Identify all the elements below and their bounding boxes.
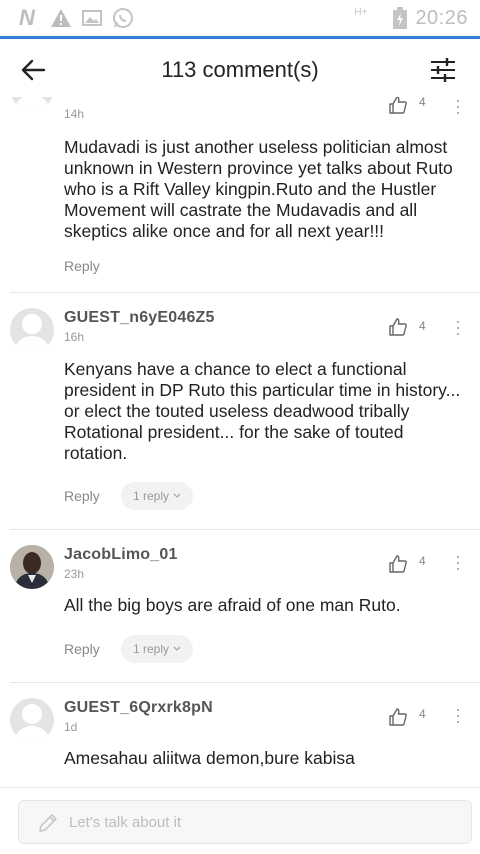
chevron-down-icon bbox=[173, 646, 181, 651]
like-count: 4 bbox=[419, 319, 426, 333]
more-options-icon[interactable] bbox=[450, 318, 466, 338]
comment-text: Mudavadi is just another useless politic… bbox=[64, 137, 453, 241]
battery-charging-icon bbox=[393, 6, 408, 30]
comment-input-placeholder: Let's talk about it bbox=[69, 814, 182, 831]
reply-button[interactable]: Reply bbox=[64, 488, 100, 504]
comment-input[interactable]: Let's talk about it bbox=[18, 800, 472, 844]
header: 113 comment(s) bbox=[0, 39, 480, 97]
comment-text: Amesahau aliitwa demon,bure kabisa bbox=[64, 748, 355, 768]
avatar[interactable] bbox=[10, 698, 54, 742]
comment-time: 14h bbox=[64, 107, 85, 121]
thumbs-up-icon[interactable] bbox=[388, 97, 408, 115]
comment-item: 14h 4 Mudavadi is just another useless p… bbox=[0, 97, 480, 291]
n-logo-icon: N bbox=[19, 5, 35, 30]
page-title: 113 comment(s) bbox=[161, 57, 319, 82]
whatsapp-icon bbox=[112, 6, 134, 30]
chevron-down-icon bbox=[173, 493, 181, 498]
network-type: H+ bbox=[354, 6, 368, 18]
status-icons-right: H+ 20:26 bbox=[354, 6, 468, 30]
status-bar: N H+ 20:26 bbox=[0, 0, 480, 36]
image-icon bbox=[82, 6, 102, 30]
comment-time: 16h bbox=[64, 330, 85, 344]
thumbs-up-icon[interactable] bbox=[388, 707, 408, 727]
comment-item: GUEST_n6yE046Z5 16h 4 Kenyans have a cha… bbox=[0, 293, 480, 529]
clock: 20:26 bbox=[415, 6, 468, 29]
view-replies-button[interactable]: 1 reply bbox=[121, 635, 194, 663]
status-icons-left: N bbox=[14, 5, 134, 30]
reply-button[interactable]: Reply bbox=[64, 258, 100, 274]
comment-username[interactable]: GUEST_6Qrxrk8pN bbox=[64, 699, 213, 717]
comment-text: Kenyans have a chance to elect a functio… bbox=[64, 359, 461, 463]
comment-time: 1d bbox=[64, 720, 78, 734]
user-photo bbox=[10, 545, 54, 589]
replies-count: 1 reply bbox=[133, 489, 170, 503]
replies-count: 1 reply bbox=[133, 642, 170, 656]
sliders-icon bbox=[431, 58, 455, 82]
filter-button[interactable] bbox=[428, 55, 458, 85]
comment-item: JacobLimo_01 23h 4 All the big boys are … bbox=[0, 530, 480, 682]
comment-time: 23h bbox=[64, 567, 85, 581]
reply-button[interactable]: Reply bbox=[64, 641, 100, 657]
more-options-icon[interactable] bbox=[450, 97, 466, 117]
thumbs-up-icon[interactable] bbox=[388, 317, 408, 337]
pencil-icon bbox=[39, 814, 57, 832]
thumbs-up-icon[interactable] bbox=[388, 554, 408, 574]
comment-list[interactable]: 14h 4 Mudavadi is just another useless p… bbox=[0, 97, 480, 787]
more-options-icon[interactable] bbox=[450, 553, 466, 573]
like-count: 4 bbox=[419, 97, 426, 109]
comment-username[interactable]: JacobLimo_01 bbox=[64, 546, 178, 564]
avatar[interactable] bbox=[10, 545, 54, 589]
avatar[interactable] bbox=[10, 97, 54, 111]
comment-composer: Let's talk about it bbox=[0, 787, 480, 854]
more-options-icon[interactable] bbox=[450, 706, 466, 726]
like-count: 4 bbox=[419, 554, 426, 568]
avatar[interactable] bbox=[10, 308, 54, 352]
comment-username[interactable]: GUEST_n6yE046Z5 bbox=[64, 309, 215, 327]
view-replies-button[interactable]: 1 reply bbox=[121, 482, 194, 510]
comment-item: GUEST_6Qrxrk8pN 1d 4 Amesahau aliitwa de… bbox=[0, 683, 480, 787]
warning-icon bbox=[50, 6, 72, 30]
like-count: 4 bbox=[419, 707, 426, 721]
comment-text: All the big boys are afraid of one man R… bbox=[64, 595, 401, 615]
